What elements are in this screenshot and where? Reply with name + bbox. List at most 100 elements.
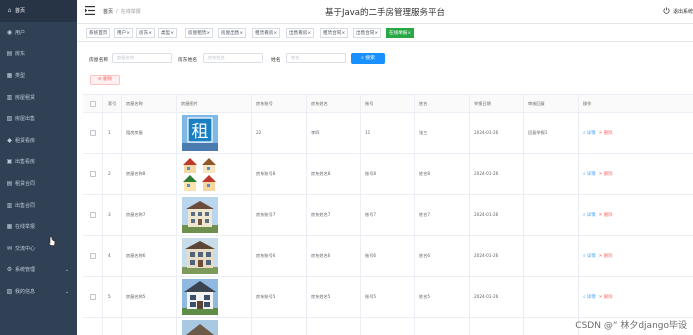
- sidebar-item-label: 交流中心: [15, 245, 36, 252]
- col-review-reply: 审核回复: [528, 101, 545, 106]
- house-name-input[interactable]: 房屋名称: [112, 53, 172, 63]
- batch-delete-button[interactable]: ⊖ 删除: [90, 75, 120, 85]
- table-row: 3 房屋名称7 房东账号7 房东姓名7 账号7 姓名7 2024-01-26 ⌕…: [83, 195, 693, 236]
- row-checkbox[interactable]: [90, 294, 96, 300]
- row-report-date: 2024-01-26: [474, 253, 499, 258]
- tab-sale-viewing[interactable]: 出售看房×: [286, 28, 315, 38]
- col-house-name: 房屋名称: [126, 101, 143, 106]
- delete-button[interactable]: ✕ 删除: [599, 254, 613, 259]
- row-checkbox[interactable]: [90, 130, 96, 136]
- sidebar-item-landlord[interactable]: ▤ 房东: [0, 43, 77, 65]
- sidebar-item-label: 系统管理: [15, 267, 36, 274]
- row-house-name: 房屋名称5: [126, 294, 146, 299]
- sidebar: ⌂ 首页 ◉ 用户 ▤ 房东 ▦ 类型 ▥ 房屋租赁 ▧ 房屋出售 ◆ 租赁看房…: [0, 0, 77, 335]
- watermark: CSDN @“ 林夕django毕设: [575, 321, 687, 331]
- close-icon[interactable]: ×: [148, 31, 152, 36]
- report-table: 索引 房屋名称 房屋图片 房东账号 房东姓名 账号 姓名 举报日期 审核回复 操…: [83, 94, 693, 335]
- tab-house-sale[interactable]: 房屋出售×: [218, 28, 247, 38]
- close-icon[interactable]: ×: [239, 31, 243, 36]
- search-button[interactable]: ⌕ 搜索: [351, 53, 385, 64]
- row-account: 账号8: [365, 171, 377, 176]
- house-image[interactable]: [182, 238, 218, 274]
- detail-button[interactable]: ⌕ 详情: [583, 172, 596, 177]
- select-all-checkbox[interactable]: [90, 101, 96, 107]
- sidebar-item-house-rent[interactable]: ▥ 房屋租赁: [0, 86, 77, 108]
- magnifier-icon: ⌕: [583, 254, 586, 259]
- sidebar-item-rent-viewing[interactable]: ◆ 租赁看房: [0, 130, 77, 152]
- tab-sale-contract[interactable]: 出售合同×: [353, 28, 382, 38]
- cross-icon: ✕: [598, 131, 603, 136]
- row-checkbox[interactable]: [90, 212, 96, 218]
- close-icon[interactable]: ×: [126, 31, 130, 36]
- close-icon[interactable]: ×: [407, 31, 411, 36]
- row-index: 3: [108, 212, 111, 217]
- tab-house-rent[interactable]: 房屋租赁×: [185, 28, 214, 38]
- sidebar-item-home[interactable]: ⌂ 首页: [0, 0, 77, 22]
- tab-home[interactable]: 系统首页: [86, 28, 111, 38]
- divider: [77, 41, 693, 42]
- tab-type[interactable]: 类型×: [158, 28, 178, 38]
- logout-button[interactable]: 退出系统: [663, 7, 693, 16]
- sidebar-item-rent-contract[interactable]: ▤ 租赁合同: [0, 173, 77, 195]
- close-icon[interactable]: ×: [341, 31, 345, 36]
- detail-button[interactable]: ⌕ 详情: [583, 254, 596, 259]
- column-divider: [251, 94, 252, 335]
- row-account: 账号6: [365, 253, 377, 258]
- house-image[interactable]: [182, 156, 218, 192]
- col-account: 账号: [365, 101, 374, 106]
- row-owner-name: 房东姓名5: [311, 294, 331, 299]
- delete-button[interactable]: ✕ 删除: [599, 131, 613, 136]
- cross-icon: ✕: [598, 172, 603, 177]
- row-index: 1: [108, 130, 111, 135]
- close-icon[interactable]: ×: [273, 31, 277, 36]
- row-user-name: 姓名7: [419, 212, 431, 217]
- sidebar-item-sale-viewing[interactable]: ▣ 出售看房: [0, 151, 77, 173]
- sidebar-item-user[interactable]: ◉ 用户: [0, 22, 77, 44]
- close-icon[interactable]: ×: [307, 31, 311, 36]
- row-report-date: 2024-01-26: [474, 171, 499, 176]
- delete-button[interactable]: ✕ 删除: [599, 213, 613, 218]
- col-user-name: 姓名: [419, 101, 428, 106]
- row-house-name: 租房房屋: [126, 130, 143, 135]
- house-image[interactable]: [182, 320, 218, 335]
- house-image[interactable]: [182, 279, 218, 315]
- row-house-name: 房屋名称8: [126, 171, 146, 176]
- sidebar-item-chat[interactable]: ✉ 交流中心: [0, 238, 77, 260]
- home-icon: ⌂: [7, 7, 12, 15]
- row-actions: ⌕ 详情 ✕ 删除: [583, 253, 613, 259]
- tab-rent-viewing[interactable]: 租赁看房×: [252, 28, 281, 38]
- delete-button[interactable]: ✕ 删除: [599, 172, 613, 177]
- sidebar-item-profile[interactable]: ▨ 我的信息 ⌄: [0, 281, 77, 303]
- sidebar-item-sale-contract[interactable]: ▥ 出售合同: [0, 194, 77, 216]
- sidebar-item-report[interactable]: ▦ 在线举报: [0, 216, 77, 238]
- name-input[interactable]: 姓名: [286, 53, 346, 63]
- document-icon: ▥: [6, 201, 13, 209]
- tab-rent-contract[interactable]: 租赁合同×: [320, 28, 349, 38]
- delete-button[interactable]: ✕ 删除: [599, 295, 613, 300]
- tab-report[interactable]: 在线举报×: [386, 28, 415, 38]
- detail-button[interactable]: ⌕ 详情: [583, 213, 596, 218]
- sidebar-item-type[interactable]: ▦ 类型: [0, 65, 77, 87]
- tab-user[interactable]: 用户×: [114, 28, 134, 38]
- close-icon[interactable]: ×: [374, 31, 378, 36]
- col-index: 索引: [108, 101, 117, 106]
- row-index: 4: [108, 253, 111, 258]
- sidebar-item-label: 类型: [15, 73, 26, 80]
- row-actions: ⌕ 详情 ✕ 删除: [583, 294, 613, 300]
- sidebar-item-house-sale[interactable]: ▧ 房屋出售: [0, 108, 77, 130]
- sidebar-item-label: 在线举报: [15, 224, 36, 231]
- house-name-label: 房屋名称: [89, 58, 109, 63]
- detail-button[interactable]: ⌕ 详情: [583, 295, 596, 300]
- house-image[interactable]: 租: [182, 115, 218, 151]
- close-icon[interactable]: ×: [170, 31, 174, 36]
- row-checkbox[interactable]: [90, 253, 96, 259]
- close-icon[interactable]: ×: [206, 31, 210, 36]
- detail-button[interactable]: ⌕ 详情: [583, 131, 596, 136]
- house-image[interactable]: [182, 197, 218, 233]
- row-checkbox[interactable]: [90, 171, 96, 177]
- landlord-name-input[interactable]: 房东姓名: [203, 53, 263, 63]
- sidebar-item-system[interactable]: ⚙ 系统管理 ⌄: [0, 259, 77, 281]
- tab-landlord[interactable]: 房东×: [136, 28, 156, 38]
- column-divider: [469, 94, 470, 335]
- column-divider: [176, 94, 177, 335]
